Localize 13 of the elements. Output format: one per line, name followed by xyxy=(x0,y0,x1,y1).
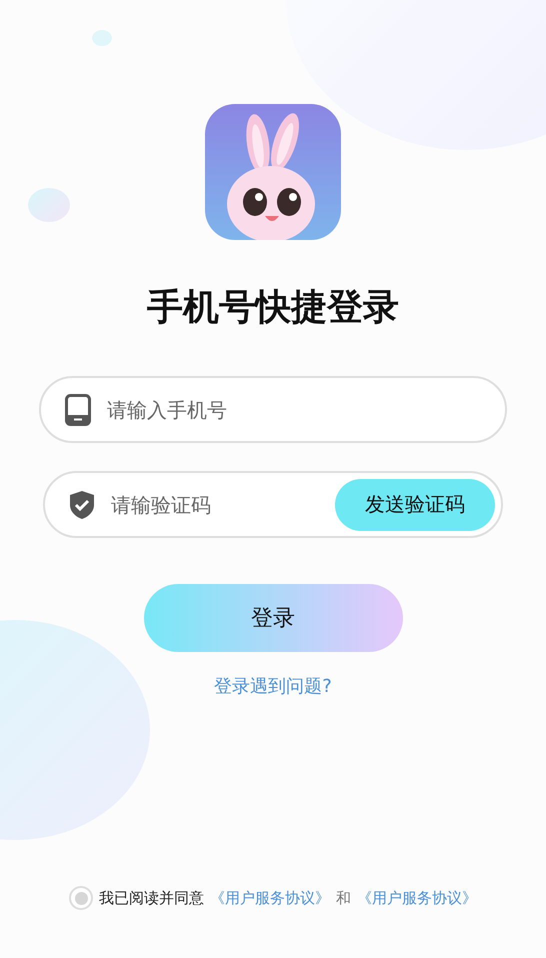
agreement-radio[interactable] xyxy=(69,886,93,910)
code-input-field[interactable]: 请输验证码 发送验证码 xyxy=(43,471,503,538)
agreement-joiner: 和 xyxy=(336,888,351,908)
shield-check-icon xyxy=(69,490,95,520)
send-code-button[interactable]: 发送验证码 xyxy=(335,478,495,530)
phone-icon xyxy=(65,394,91,426)
background-bubble xyxy=(28,188,70,222)
phone-field[interactable]: 请输入手机号 xyxy=(39,376,507,443)
page-title: 手机号快捷登录 xyxy=(147,286,399,330)
login-button[interactable]: 登录 xyxy=(144,584,402,652)
background-bubble xyxy=(92,30,112,46)
agreement-text: 我已阅读并同意 xyxy=(99,888,204,908)
phone-input[interactable]: 请输入手机号 xyxy=(105,396,499,422)
